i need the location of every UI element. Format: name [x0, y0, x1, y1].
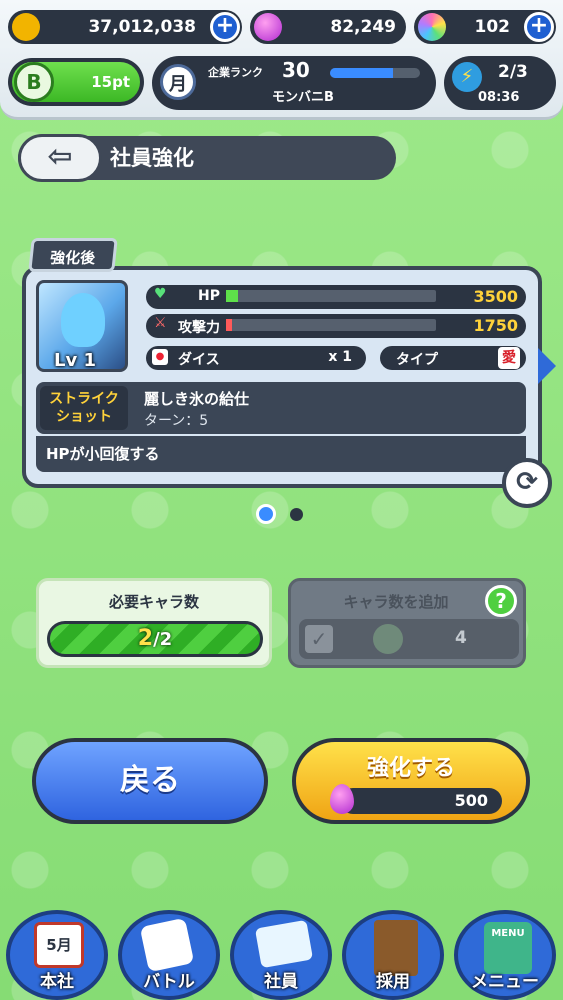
- type-label: タイプ: [396, 352, 438, 368]
- rank-label: 企業ランク: [208, 66, 263, 79]
- refresh-icon: ⟳: [516, 467, 538, 497]
- cost-value: 500: [454, 791, 488, 810]
- dice-icon: [139, 917, 195, 973]
- coin-icon: [12, 13, 40, 41]
- add-character-panel[interactable]: キャラ数を追加 ? ✓ 4: [288, 578, 526, 668]
- heart-icon: ♥: [154, 286, 167, 302]
- nav-menu[interactable]: MENU メニュー: [454, 910, 556, 1000]
- magic-counter: 82,249: [250, 10, 406, 44]
- dice-icon: ●: [152, 349, 168, 365]
- gem-value: 102: [474, 17, 511, 37]
- nav-recruit[interactable]: 採用: [342, 910, 444, 1000]
- attack-bar: [226, 319, 436, 331]
- required-current: 2: [137, 626, 154, 651]
- help-icon[interactable]: ?: [485, 585, 517, 617]
- add-coins-button[interactable]: +: [210, 12, 240, 42]
- company-rank-panel[interactable]: 月 企業ランク 30 モンバニB: [152, 56, 436, 110]
- skill-name: 麗しき氷の給仕: [144, 390, 250, 408]
- after-enhance-tag: 強化後: [28, 238, 118, 272]
- hp-bar: [226, 290, 436, 302]
- magic-drop-icon: [330, 784, 354, 814]
- enhance-cost: 500: [330, 784, 502, 814]
- add-gems-button[interactable]: +: [524, 12, 554, 42]
- pager-dot[interactable]: [290, 508, 303, 521]
- nav-headquarters[interactable]: 5月 本社: [6, 910, 108, 1000]
- back-button[interactable]: 戻る: [32, 738, 268, 824]
- b-badge-icon: B: [14, 62, 54, 102]
- nav-label-headquarters: 本社: [40, 972, 74, 992]
- strike-shot-label: ストライク ショット: [40, 386, 128, 430]
- dice-value: x 1: [328, 349, 352, 365]
- enhance-button[interactable]: 強化する 500: [292, 738, 530, 824]
- skill-description: HPが小回復する: [36, 436, 526, 472]
- add-count-box: ✓ 4: [299, 619, 519, 659]
- dice-label: ダイス: [178, 352, 220, 368]
- rank-value: 30: [282, 58, 310, 82]
- nav-label-employees: 社員: [264, 972, 298, 992]
- nav-employees[interactable]: 社員: [230, 910, 332, 1000]
- required-total: /2: [153, 629, 173, 650]
- stamina-timer: 08:36: [478, 90, 520, 105]
- dice-row: ● ダイス x 1: [146, 346, 366, 370]
- enhance-label: 強化する: [366, 756, 455, 781]
- magic-drop-icon: [254, 13, 282, 41]
- top-status-bar: 37,012,038 + 82,249 102 + 15pt B 月 企業ランク…: [0, 0, 563, 120]
- required-title: 必要キャラ数: [108, 593, 199, 611]
- character-avatar-icon: [373, 624, 403, 654]
- rainbow-gem-icon: [418, 13, 446, 41]
- strike-label-line2: ショット: [56, 409, 112, 425]
- hp-label: HP: [198, 288, 220, 304]
- character-face-icon: [61, 293, 105, 347]
- turn-count: ターン：5: [144, 413, 209, 429]
- stamina-panel[interactable]: ⚡ 2/3 08:36: [444, 56, 556, 110]
- add-count: 4: [455, 628, 467, 648]
- strike-shot-panel: ストライク ショット 麗しき氷の給仕 ターン：5: [36, 382, 526, 434]
- month-icon: 月: [160, 64, 196, 100]
- sword-icon: ⚔: [154, 315, 167, 331]
- bonus-point-value: 15pt: [91, 73, 130, 91]
- gem-counter: 102 +: [414, 10, 556, 44]
- company-name: モンバニB: [272, 90, 334, 105]
- level-label: Lv 1: [54, 350, 96, 371]
- required-count-panel: 必要キャラ数 2/2: [36, 578, 272, 668]
- next-card-arrow-icon[interactable]: [538, 348, 556, 384]
- calendar-icon: 5月: [34, 922, 84, 968]
- nav-label-battle: バトル: [143, 972, 195, 992]
- id-card-icon: [254, 919, 314, 969]
- add-title: キャラ数を追加: [343, 593, 449, 611]
- back-arrow-icon: ⇦: [47, 139, 73, 174]
- coin-value: 37,012,038: [88, 17, 196, 37]
- nav-battle[interactable]: バトル: [118, 910, 220, 1000]
- coin-counter: 37,012,038 +: [8, 10, 242, 44]
- pager-dot-active[interactable]: [256, 504, 276, 524]
- rank-progress-bar: [330, 68, 420, 78]
- magic-value: 82,249: [330, 17, 396, 37]
- attack-value: 1750: [473, 316, 518, 335]
- attack-label: 攻撃力: [178, 320, 220, 336]
- required-progress-bar: 2/2: [47, 621, 263, 657]
- nav-label-menu: メニュー: [471, 972, 539, 992]
- strike-label-line1: ストライク: [49, 391, 119, 407]
- nav-label-recruit: 採用: [376, 972, 410, 992]
- back-arrow-button[interactable]: ⇦: [18, 134, 102, 182]
- lightning-icon: ⚡: [452, 62, 482, 92]
- bottom-navigation: 5月 本社 バトル 社員 採用 MENU メニュー: [0, 900, 563, 1000]
- type-love-icon: 愛: [498, 347, 520, 369]
- stamina-value: 2/3: [498, 62, 528, 82]
- type-row: タイプ 愛: [380, 346, 526, 370]
- swap-view-button[interactable]: ⟳: [502, 458, 552, 508]
- hp-value: 3500: [473, 287, 518, 306]
- rank-progress-fill: [330, 68, 393, 78]
- checkbox-icon[interactable]: ✓: [305, 625, 333, 653]
